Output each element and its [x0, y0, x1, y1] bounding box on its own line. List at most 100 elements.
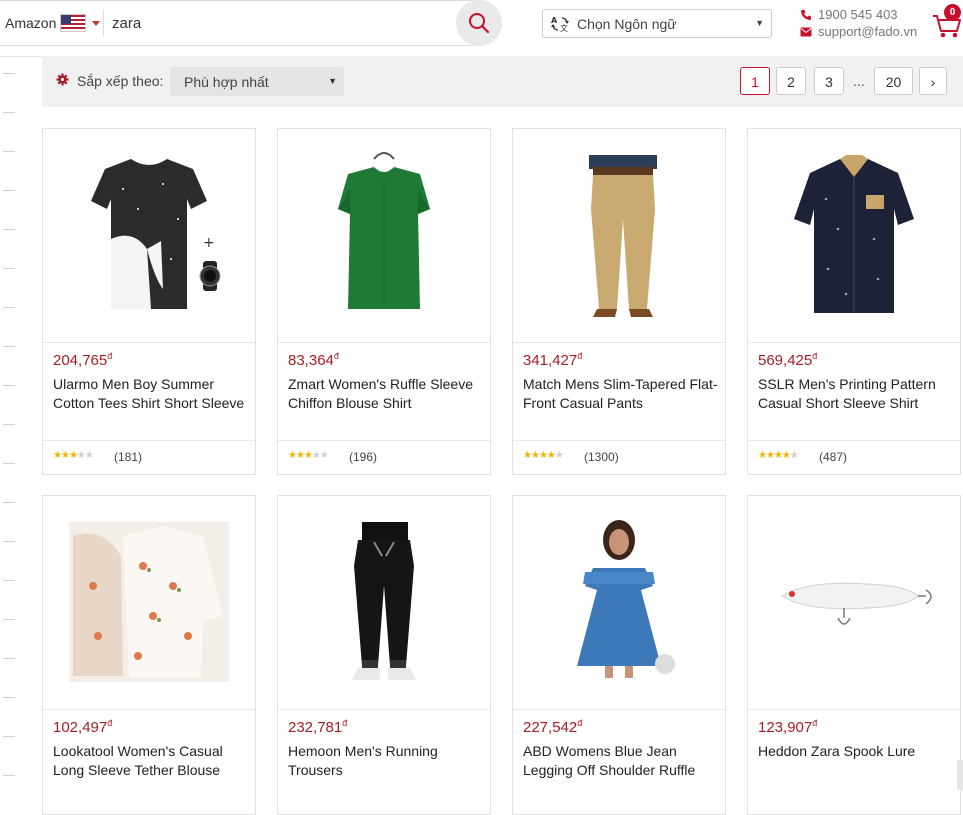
cart-count-badge: 0 [944, 4, 961, 21]
product-price: 102,497đ [53, 718, 113, 736]
contact-info: 1900 545 403 support@fado.vn [800, 6, 917, 40]
sort-selected-value: Phù hợp nhất [184, 74, 269, 90]
gear-icon [56, 73, 69, 86]
sidebar-collapsed-gutter [0, 56, 16, 795]
product-title[interactable]: Lookatool Women's Casual Long Sleeve Tet… [53, 742, 249, 780]
product-title[interactable]: SSLR Men's Printing Pattern Casual Short… [758, 375, 954, 413]
product-price: 341,427đ [523, 351, 583, 369]
product-price: 569,425đ [758, 351, 818, 369]
store-selector[interactable]: Amazon [5, 14, 101, 32]
page-button-3[interactable]: 3 [814, 67, 844, 95]
product-image[interactable] [748, 496, 960, 710]
star-icon: ★ [758, 450, 767, 461]
product-price: 204,765đ [53, 351, 113, 369]
star-icon: ★ [773, 450, 783, 461]
review-count: (487) [819, 450, 848, 464]
product-card[interactable]: 227,542đ ABD Womens Blue Jean Legging Of… [512, 495, 726, 815]
product-price: 123,907đ [758, 718, 818, 736]
star-icon: ★ [530, 450, 540, 461]
product-card[interactable]: 83,364đ Zmart Women's Ruffle Sleeve Chif… [277, 128, 491, 475]
product-title[interactable]: Match Mens Slim-Tapered Flat-Front Casua… [523, 375, 719, 413]
review-count: (196) [349, 450, 378, 464]
star-icon: ★ [538, 450, 548, 461]
caret-down-icon: ▼ [328, 76, 337, 86]
fishing-lure-image [781, 582, 932, 625]
product-price: 227,542đ [523, 718, 583, 736]
denim-dress-image [577, 520, 675, 678]
star-icon: ★ [311, 450, 321, 461]
star-icon: ★ [765, 450, 775, 461]
next-page-button[interactable]: › [919, 67, 947, 95]
product-card[interactable]: 232,781đ Hemoon Men's Running Trousers [277, 495, 491, 815]
page-button-2[interactable]: 2 [776, 67, 806, 95]
search-icon [469, 13, 490, 34]
phone-number: 1900 545 403 [818, 7, 898, 22]
star-icon: ★ [781, 450, 791, 461]
product-image[interactable]: + [43, 129, 255, 343]
email-row: support@fado.vn [800, 23, 917, 40]
mail-icon [800, 27, 812, 36]
product-image[interactable] [513, 496, 725, 710]
star-icon: ★ [546, 450, 556, 461]
language-label: Chọn Ngôn ngữ [577, 16, 677, 32]
star-icon: ★ [789, 450, 799, 461]
product-title[interactable]: Zmart Women's Ruffle Sleeve Chiffon Blou… [288, 375, 484, 413]
product-image[interactable] [748, 129, 960, 343]
star-icon: ★ [523, 450, 532, 461]
shirt-image [794, 155, 914, 313]
search-button[interactable] [456, 0, 502, 46]
star-icon: ★ [53, 450, 62, 461]
star-icon: ★ [295, 450, 305, 461]
chevron-down-icon [92, 20, 101, 26]
product-title[interactable]: ABD Womens Blue Jean Legging Off Shoulde… [523, 742, 719, 780]
product-image[interactable] [278, 129, 490, 343]
product-price: 83,364đ [288, 351, 339, 369]
product-title[interactable]: Ularmo Men Boy Summer Cotton Tees Shirt … [53, 375, 249, 413]
product-card[interactable]: 102,497đ Lookatool Women's Casual Long S… [42, 495, 256, 815]
search-bar: Amazon [0, 0, 501, 46]
product-card[interactable]: 341,427đ Match Mens Slim-Tapered Flat-Fr… [512, 128, 726, 475]
product-image[interactable] [43, 496, 255, 710]
product-card[interactable]: 123,907đ Heddon Zara Spook Lure [747, 495, 961, 815]
blouse-image [338, 152, 430, 309]
star-icon: ★ [319, 450, 329, 461]
svg-text:A: A [551, 16, 558, 25]
product-title[interactable]: Heddon Zara Spook Lure [758, 742, 954, 761]
star-icon: ★ [68, 450, 78, 461]
star-rating: ★★★★★ [53, 450, 94, 461]
star-icon: ★ [303, 450, 313, 461]
rating-row: ★★★★★ (1300) [513, 440, 725, 474]
star-rating: ★★★★★ [288, 450, 329, 461]
rating-row: ★★★★★ (181) [43, 440, 255, 474]
product-card[interactable]: + 204,765đ Ularmo Men Boy Summer Cotton … [42, 128, 256, 475]
joggers-image [352, 522, 416, 680]
star-rating: ★★★★★ [523, 450, 564, 461]
phone-icon [801, 9, 811, 20]
rating-row: ★★★★★ (196) [278, 440, 490, 474]
phone-row: 1900 545 403 [800, 6, 917, 23]
product-price: 232,781đ [288, 718, 348, 736]
svg-text:+: + [203, 235, 215, 251]
pants-image [589, 155, 657, 317]
page-button-1[interactable]: 1 [740, 67, 770, 95]
store-label: Amazon [5, 15, 57, 31]
tshirt-image: + [91, 159, 221, 309]
star-icon: ★ [554, 450, 564, 461]
product-title[interactable]: Hemoon Men's Running Trousers [288, 742, 484, 780]
product-card[interactable]: 569,425đ SSLR Men's Printing Pattern Cas… [747, 128, 961, 475]
search-input[interactable] [112, 13, 442, 33]
support-email[interactable]: support@fado.vn [818, 23, 917, 40]
rating-row: ★★★★★ (487) [748, 440, 960, 474]
product-image[interactable] [278, 496, 490, 710]
divider [103, 10, 104, 36]
translate-icon: A 文 [551, 16, 569, 33]
sort-select[interactable]: Phù hợp nhất ▼ [170, 67, 344, 96]
svg-text:文: 文 [560, 23, 568, 33]
star-rating: ★★★★★ [758, 450, 799, 461]
page-ellipsis: ... [853, 73, 865, 89]
product-image[interactable] [513, 129, 725, 343]
page-button-last[interactable]: 20 [874, 67, 913, 95]
scrollbar-thumb[interactable] [957, 760, 963, 790]
language-select[interactable]: A 文 Chọn Ngôn ngữ ▼ [542, 9, 772, 38]
cart-button[interactable]: 0 [932, 4, 963, 40]
